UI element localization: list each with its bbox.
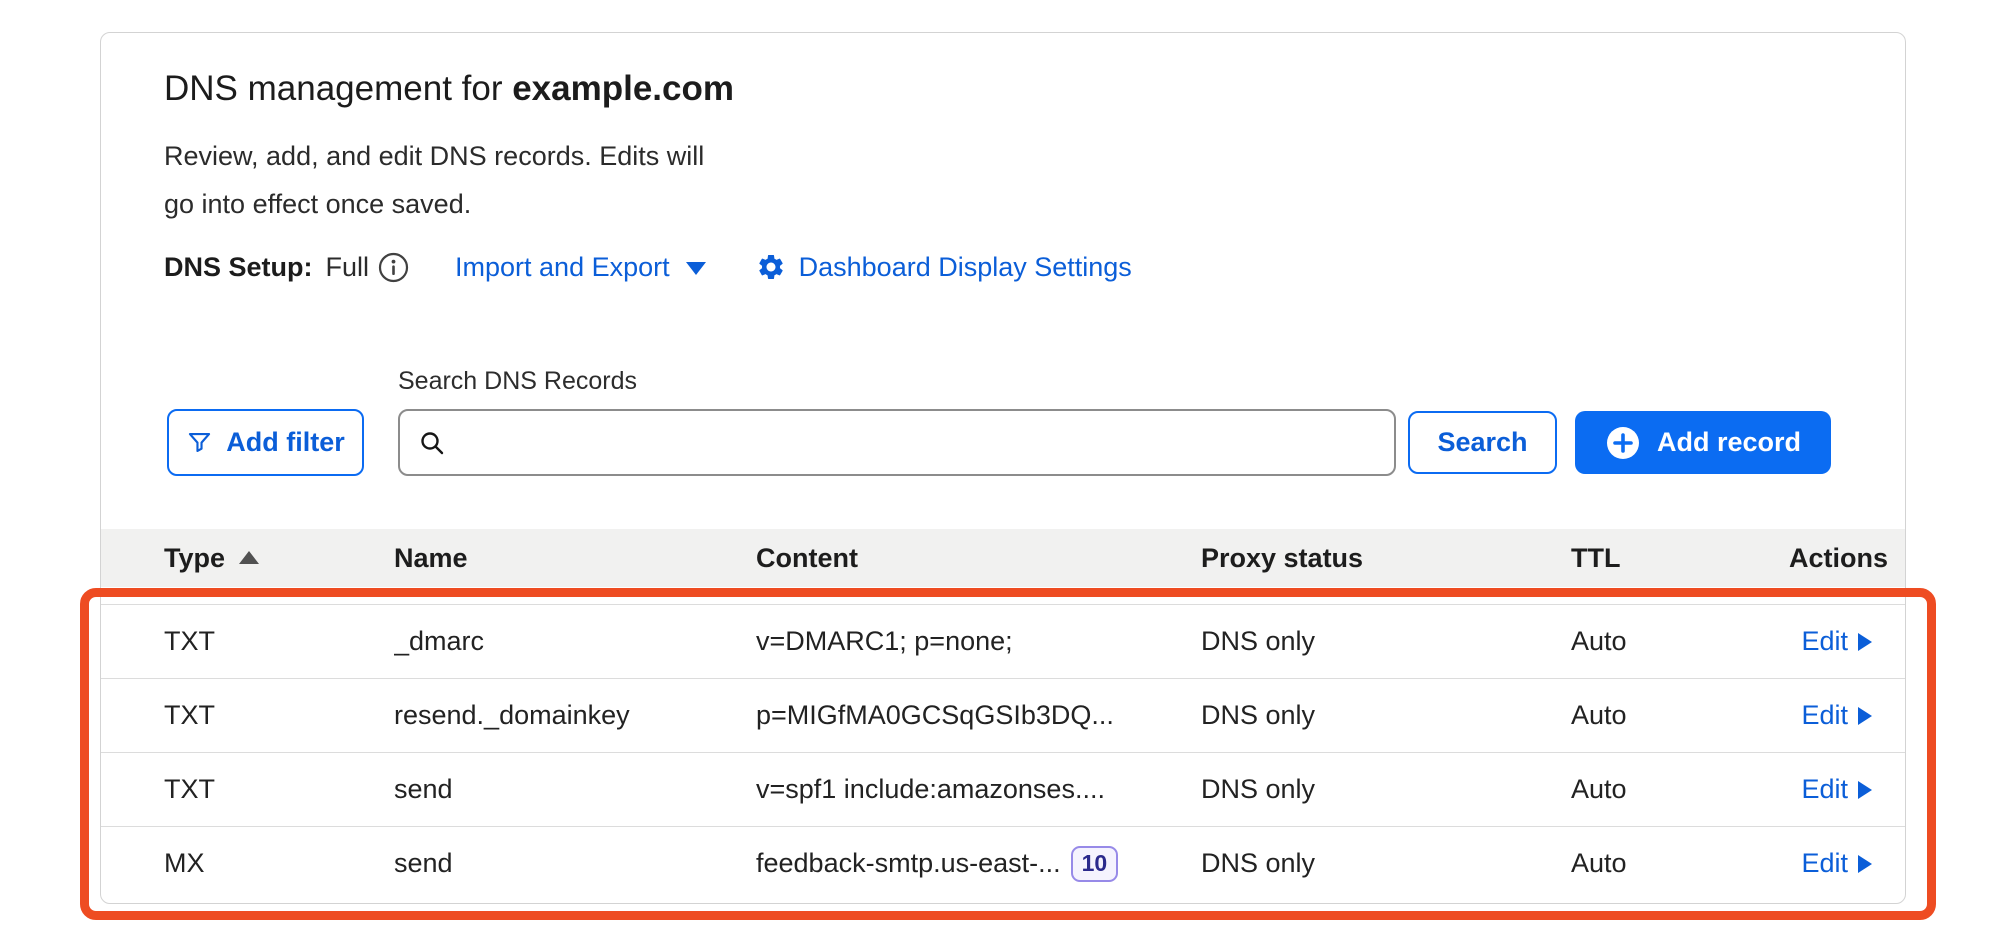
cell-ttl: Auto (1571, 700, 1789, 731)
edit-record-button[interactable]: Edit (1801, 774, 1872, 805)
cell-name: _dmarc (394, 626, 756, 657)
table-row: TXT _dmarc v=DMARC1; p=none; DNS only Au… (101, 604, 1905, 678)
search-input[interactable] (458, 411, 1376, 474)
cell-content: v=DMARC1; p=none; (756, 626, 1201, 657)
dns-management-card: DNS management for example.com Review, a… (100, 32, 1906, 904)
search-dns-records-label: Search DNS Records (398, 367, 637, 396)
edit-record-button[interactable]: Edit (1801, 848, 1872, 879)
import-export-link[interactable]: Import and Export (455, 252, 706, 283)
page-title-domain: example.com (512, 69, 734, 108)
plus-circle-icon (1605, 425, 1641, 461)
dns-setup-value: Full (326, 252, 370, 283)
table-row: TXT resend._domainkey p=MIGfMA0GCSqGSIb3… (101, 678, 1905, 752)
cell-proxy-status: DNS only (1201, 700, 1571, 731)
cell-content: feedback-smtp.us-east-... 10 (756, 846, 1201, 882)
cell-actions: Edit (1801, 700, 1872, 731)
column-header-ttl[interactable]: TTL (1571, 543, 1789, 574)
cell-name: send (394, 848, 756, 879)
add-record-button[interactable]: Add record (1575, 411, 1831, 474)
edit-record-button[interactable]: Edit (1801, 626, 1872, 657)
edit-arrow-icon (1858, 633, 1872, 651)
add-filter-button[interactable]: Add filter (167, 409, 364, 476)
cell-actions: Edit (1801, 626, 1872, 657)
cell-actions: Edit (1801, 774, 1872, 805)
cell-ttl: Auto (1571, 848, 1789, 879)
column-header-actions: Actions (1789, 543, 1888, 574)
cell-type: MX (164, 848, 394, 879)
edit-arrow-icon (1858, 855, 1872, 873)
search-icon (418, 429, 446, 457)
info-icon[interactable] (378, 252, 409, 283)
table-header-row: Type Name Content Proxy status TTL Actio… (101, 529, 1905, 587)
cell-proxy-status: DNS only (1201, 626, 1571, 657)
page-description: Review, add, and edit DNS records. Edits… (164, 132, 704, 228)
dashboard-display-settings-link[interactable]: Dashboard Display Settings (756, 252, 1132, 283)
search-box (398, 409, 1396, 476)
column-header-name[interactable]: Name (394, 543, 756, 574)
column-header-proxy-status[interactable]: Proxy status (1201, 543, 1571, 574)
column-header-content[interactable]: Content (756, 543, 1201, 574)
edit-arrow-icon (1858, 781, 1872, 799)
cell-proxy-status: DNS only (1201, 774, 1571, 805)
cell-proxy-status: DNS only (1201, 848, 1571, 879)
table-body: TXT _dmarc v=DMARC1; p=none; DNS only Au… (101, 604, 1905, 900)
caret-down-icon (686, 262, 706, 275)
cell-content: p=MIGfMA0GCSqGSIb3DQ... (756, 700, 1201, 731)
cell-name: resend._domainkey (394, 700, 756, 731)
table-row: TXT send v=spf1 include:amazonses.... DN… (101, 752, 1905, 826)
page: DNS management for example.com Review, a… (0, 0, 2012, 936)
toolbar: Add filter Search (167, 409, 1831, 476)
mx-priority-badge: 10 (1071, 846, 1119, 882)
cell-ttl: Auto (1571, 626, 1789, 657)
cell-ttl: Auto (1571, 774, 1789, 805)
table-row: MX send feedback-smtp.us-east-... 10 DNS… (101, 826, 1905, 900)
sort-ascending-icon (239, 551, 259, 564)
column-header-type[interactable]: Type (164, 543, 394, 574)
cell-type: TXT (164, 626, 394, 657)
dns-setup-label: DNS Setup: (164, 252, 313, 283)
cell-name: send (394, 774, 756, 805)
edit-record-button[interactable]: Edit (1801, 700, 1872, 731)
page-title: DNS management for example.com (164, 69, 734, 109)
dns-setup-row: DNS Setup: Full Import and Export (164, 249, 1132, 285)
cell-type: TXT (164, 774, 394, 805)
cell-content: v=spf1 include:amazonses.... (756, 774, 1201, 805)
gear-icon (756, 252, 786, 282)
search-button[interactable]: Search (1408, 411, 1557, 474)
page-title-prefix: DNS management for (164, 69, 512, 108)
cell-type: TXT (164, 700, 394, 731)
edit-arrow-icon (1858, 707, 1872, 725)
filter-funnel-icon (186, 429, 213, 456)
cell-actions: Edit (1801, 848, 1872, 879)
